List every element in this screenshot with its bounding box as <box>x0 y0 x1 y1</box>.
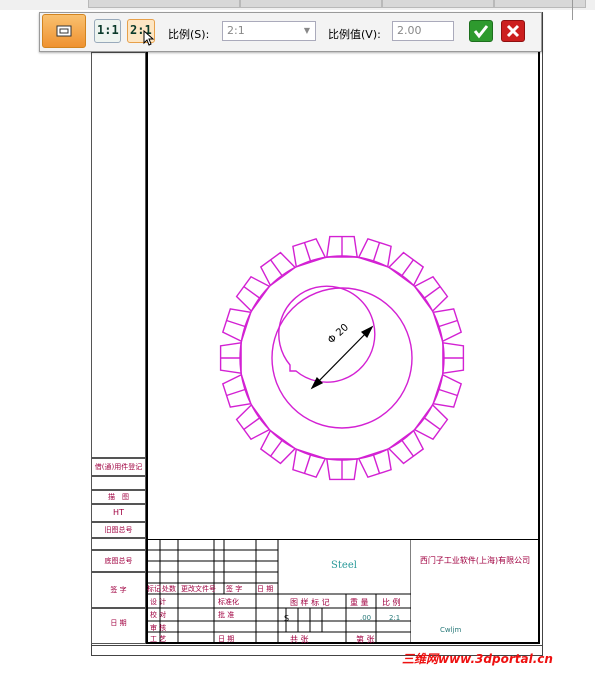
ratio-1-1-label: 1:1 <box>97 23 119 37</box>
gear-tooth-ridge <box>372 454 381 474</box>
mouse-cursor-icon <box>143 30 155 46</box>
gear-tooth-ridge <box>243 286 260 299</box>
gear-tooth <box>357 237 392 268</box>
sheet-number-label: 第 张 <box>356 635 375 644</box>
side-column-upper <box>91 40 146 458</box>
stage-s-value: S <box>284 614 290 623</box>
ratio-1-1-button[interactable]: 1:1 <box>94 19 121 43</box>
gear-tooth <box>292 448 327 479</box>
hdr-sign: 签 字 <box>226 585 243 593</box>
date-label: 日 期 <box>218 635 235 643</box>
scale-select-value: 2:1 <box>227 24 245 37</box>
gear-tooth <box>292 237 327 268</box>
hdr-count: 处数 <box>162 585 176 593</box>
ratio-value: 2:1 <box>389 614 401 622</box>
checkmark-icon <box>473 25 489 39</box>
scale-select[interactable]: 2:1 ▼ <box>222 21 316 41</box>
gear-tooth <box>432 308 463 343</box>
site-watermark: 三维网www.3dportal.cn <box>402 652 553 666</box>
scale-value-input[interactable]: 2.00 <box>392 21 454 41</box>
gear-tooth-ridge <box>303 242 312 262</box>
company-name: 西门子工业软件(上海)有限公司 <box>419 556 531 565</box>
ok-button[interactable] <box>469 20 493 42</box>
weight-value: .00 <box>360 614 372 622</box>
hdr-change-doc: 更改文件号 <box>181 585 216 593</box>
tab-2[interactable] <box>240 0 382 8</box>
side-item-base-total: 底图总号 <box>91 550 146 572</box>
gear-tooth <box>221 373 252 408</box>
stage-label: 图 样 标 记 <box>290 598 330 607</box>
close-icon <box>506 24 520 38</box>
hdr-date: 日 期 <box>257 585 274 593</box>
window-tab-strip <box>0 0 595 10</box>
gear-tooth-ridge <box>401 259 414 276</box>
gear-tooth-ridge <box>226 319 246 328</box>
side-item-sign: 签 字 <box>91 572 146 608</box>
gear-tooth-ridge <box>438 319 458 328</box>
gear-bore-with-keyway <box>278 285 376 383</box>
total-sheets-label: 共 张 <box>290 635 309 644</box>
chevron-down-icon[interactable]: ▼ <box>304 22 310 40</box>
side-divider <box>91 52 146 53</box>
hdr-mark: 标记 <box>147 585 161 593</box>
side-item-old-total: 旧图总号 <box>91 522 146 538</box>
scale-value-label: 比例值(V): <box>328 28 381 41</box>
scale-menu-icon <box>56 25 72 37</box>
side-item-old-base: 描 图 <box>91 490 146 504</box>
side-item-date: 日 期 <box>91 608 146 644</box>
ratio-2-1-button[interactable]: 2:1 <box>127 19 155 46</box>
side-item-ht: HT <box>91 504 146 522</box>
role-review: 审 核 <box>150 624 167 632</box>
std-label: 标准化 <box>218 598 239 606</box>
drawing-code: Cwljm <box>440 626 462 634</box>
gear-drawing[interactable] <box>200 220 490 500</box>
approve-label: 批 准 <box>218 611 235 619</box>
material-name: Steel <box>331 560 357 571</box>
gear-tooth-ridge <box>270 440 283 457</box>
role-check: 校 对 <box>150 611 167 619</box>
tab-1[interactable] <box>88 0 240 8</box>
window-splitter <box>572 0 573 20</box>
ratio-label: 比 例 <box>382 598 401 607</box>
side-item-blank <box>91 476 146 490</box>
scale-label: 比例(S): <box>168 28 210 41</box>
tab-3[interactable] <box>382 0 494 8</box>
gear-tooth-ridge <box>424 286 441 299</box>
gear-tooth-ridge <box>243 417 260 430</box>
gear-tooth-ridge <box>303 454 312 474</box>
role-design: 设 计 <box>150 598 167 606</box>
gear-tooth-ridge <box>372 242 381 262</box>
gear-tooth <box>432 373 463 408</box>
gear-tooth <box>357 448 392 479</box>
gear-tooth-ridge <box>424 417 441 430</box>
cancel-button[interactable] <box>501 20 525 42</box>
gear-tooth-ridge <box>401 440 414 457</box>
side-item-gap <box>91 538 146 550</box>
side-item-register: 借(通)用件登记 <box>91 458 146 476</box>
weight-label: 重 量 <box>350 598 369 607</box>
scale-toolbar: 1:1 2:1 比例(S): 2:1 ▼ 比例值(V): 2.00 <box>39 12 542 52</box>
gear-tooth-ridge <box>226 388 246 397</box>
gear-tooth-ridge <box>438 388 458 397</box>
gear-tooth <box>221 308 252 343</box>
gear-tooth-ridge <box>270 259 283 276</box>
role-process: 工 艺 <box>150 635 167 643</box>
toolbar-menu-button[interactable] <box>42 14 86 48</box>
